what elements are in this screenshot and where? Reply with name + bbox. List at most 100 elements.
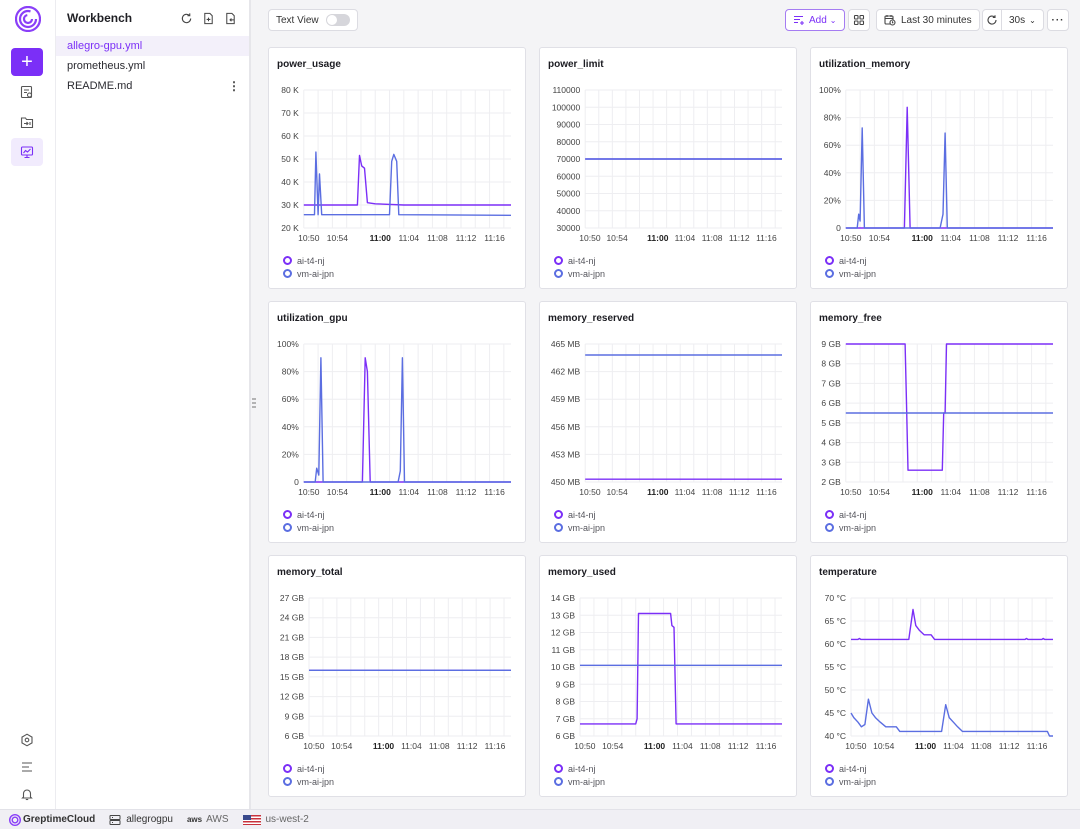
panel-utilization-gpu[interactable]: utilization_gpu 0 20% 40% 60% 80% 100% 10:50 10:… bbox=[268, 301, 526, 543]
line-chart[interactable]: 20 K 30 K 40 K 50 K 60 K 70 K 80 K 10:50 10:54 11… bbox=[269, 76, 527, 246]
series-line-ai-t4-nj[interactable] bbox=[845, 106, 1053, 229]
line-chart[interactable]: 40 °C 45 °C 50 °C 55 °C 60 °C 65 °C 70 °C 10:50… bbox=[811, 584, 1069, 754]
series-line-vm-ai-jpn[interactable] bbox=[303, 357, 511, 483]
series-line-ai-t4-nj[interactable] bbox=[851, 608, 1053, 641]
y-tick-label: 9 GB bbox=[285, 711, 305, 721]
y-tick-label: 20% bbox=[282, 449, 299, 459]
file-item-prometheus[interactable]: prometheus.yml bbox=[56, 56, 249, 76]
menu-icon bbox=[22, 762, 32, 772]
y-tick-label: 2 GB bbox=[821, 477, 841, 487]
new-button[interactable]: + bbox=[11, 48, 43, 76]
panel-utilization-memory[interactable]: utilization_memory 0 20% 40% 60% 80% 100% 10:50… bbox=[810, 47, 1068, 289]
file-item-allegro-gpu[interactable]: allegro-gpu.yml bbox=[56, 36, 249, 56]
rail-item-settings[interactable] bbox=[11, 726, 43, 754]
add-panel-button[interactable]: Add ⌄ bbox=[785, 9, 845, 31]
y-tick-label: 14 GB bbox=[551, 593, 575, 603]
y-tick-label: 459 MB bbox=[551, 394, 581, 404]
time-range-picker[interactable]: Last 30 minutes bbox=[876, 9, 980, 31]
more-options-button[interactable]: ··· bbox=[1047, 9, 1069, 31]
refresh-files-button[interactable] bbox=[179, 11, 194, 26]
legend-item[interactable]: vm-ai-jpn bbox=[280, 521, 334, 534]
legend-item[interactable]: ai-t4-nj bbox=[551, 762, 605, 775]
line-chart[interactable]: 2 GB 3 GB 4 GB 5 GB 6 GB 7 GB 8 GB 9 GB 10:50 10:… bbox=[811, 330, 1069, 500]
legend-item[interactable]: ai-t4-nj bbox=[280, 508, 334, 521]
x-tick-label: 11:08 bbox=[702, 233, 723, 243]
legend-item[interactable]: vm-ai-jpn bbox=[822, 267, 876, 280]
panel-memory-used[interactable]: memory_used 6 GB 7 GB 8 GB 9 GB 10 GB 11 GB 12 … bbox=[539, 555, 797, 797]
line-chart[interactable]: 0 20% 40% 60% 80% 100% 10:50 10:54 11:00 11:04 11:… bbox=[269, 330, 527, 500]
legend-item[interactable]: ai-t4-nj bbox=[280, 254, 334, 267]
panel-title: memory_total bbox=[277, 567, 343, 578]
rail-item-ingest[interactable] bbox=[11, 108, 43, 136]
y-tick-label: 11 GB bbox=[552, 645, 576, 655]
x-tick-label: 10:54 bbox=[869, 487, 891, 497]
refresh-button[interactable] bbox=[982, 9, 1002, 31]
y-tick-label: 9 GB bbox=[821, 339, 841, 349]
new-file-button[interactable] bbox=[201, 11, 216, 26]
x-tick-label: 11:12 bbox=[456, 487, 477, 497]
greptime-logo-icon[interactable] bbox=[15, 6, 41, 32]
y-tick-label: 8 GB bbox=[556, 697, 576, 707]
legend-item[interactable]: vm-ai-jpn bbox=[551, 521, 605, 534]
rail-item-notifications[interactable] bbox=[11, 780, 43, 808]
panel-power-usage[interactable]: power_usage 20 K 30 K 40 K 50 K 60 K 70 K 80 K 1… bbox=[268, 47, 526, 289]
y-tick-label: 9 GB bbox=[556, 679, 576, 689]
series-line-ai-t4-nj[interactable] bbox=[580, 612, 782, 725]
y-tick-label: 70 K bbox=[281, 108, 299, 118]
rail-item-menu[interactable] bbox=[11, 753, 43, 781]
legend-item[interactable]: vm-ai-jpn bbox=[551, 267, 605, 280]
legend-item[interactable]: vm-ai-jpn bbox=[822, 775, 876, 788]
brand-segment[interactable]: GreptimeCloud bbox=[9, 813, 95, 826]
series-line-ai-t4-nj[interactable] bbox=[845, 343, 1053, 471]
line-chart[interactable]: 0 20% 40% 60% 80% 100% 10:50 10:54 11:00 11:04 11:… bbox=[811, 76, 1069, 246]
instance-segment[interactable]: allegrogpu bbox=[109, 814, 173, 826]
legend-item[interactable]: vm-ai-jpn bbox=[280, 267, 334, 280]
x-tick-label: 11:08 bbox=[969, 233, 990, 243]
calendar-clock-icon bbox=[884, 15, 896, 26]
legend-item[interactable]: vm-ai-jpn bbox=[822, 521, 876, 534]
y-tick-label: 10 GB bbox=[551, 662, 575, 672]
legend-item[interactable]: ai-t4-nj bbox=[822, 254, 876, 267]
panel-power-limit[interactable]: power_limit 30000 40000 50000 60000 70000 8000… bbox=[539, 47, 797, 289]
series-line-vm-ai-jpn[interactable] bbox=[850, 698, 1053, 737]
toggle-switch[interactable] bbox=[325, 14, 350, 26]
legend-item[interactable]: ai-t4-nj bbox=[551, 508, 605, 521]
panel-memory-reserved[interactable]: memory_reserved 450 MB 453 MB 456 MB 459 MB 4… bbox=[539, 301, 797, 543]
x-tick-label: 11:00 bbox=[644, 741, 666, 751]
refresh-interval-select[interactable]: 30s ⌄ bbox=[1001, 9, 1044, 31]
y-tick-label: 27 GB bbox=[280, 593, 304, 603]
legend-item[interactable]: ai-t4-nj bbox=[551, 254, 605, 267]
legend-item[interactable]: vm-ai-jpn bbox=[280, 775, 335, 788]
chevron-down-icon: ⌄ bbox=[1029, 15, 1036, 25]
series-line-vm-ai-jpn[interactable] bbox=[303, 151, 512, 216]
panel-temperature[interactable]: temperature 40 °C 45 °C 50 °C 55 °C 60 °C 65 °… bbox=[810, 555, 1068, 797]
series-line-ai-t4-nj[interactable] bbox=[303, 154, 511, 206]
legend-marker-icon bbox=[551, 269, 566, 278]
rail-item-query[interactable] bbox=[11, 78, 43, 106]
line-chart[interactable]: 6 GB 7 GB 8 GB 9 GB 10 GB 11 GB 12 GB 13 GB 14 G… bbox=[540, 584, 798, 754]
x-tick-label: 11:04 bbox=[675, 233, 696, 243]
legend-item[interactable]: ai-t4-nj bbox=[822, 762, 876, 775]
legend-label: vm-ai-jpn bbox=[297, 776, 335, 787]
y-tick-label: 7 GB bbox=[821, 378, 841, 388]
x-tick-label: 11:00 bbox=[370, 487, 392, 497]
line-chart[interactable]: 30000 40000 50000 60000 70000 80000 90000 10000… bbox=[540, 76, 798, 246]
file-item-readme[interactable]: README.md ⋮ bbox=[56, 76, 249, 96]
legend-item[interactable]: ai-t4-nj bbox=[280, 762, 334, 775]
line-chart[interactable]: 6 GB 9 GB 12 GB 15 GB 18 GB 21 GB 24 GB 27 GB 10… bbox=[269, 584, 527, 754]
line-chart[interactable]: 450 MB 453 MB 456 MB 459 MB 462 MB 465 MB 10:5… bbox=[540, 330, 798, 500]
import-file-button[interactable] bbox=[223, 11, 238, 26]
rail-item-dashboard[interactable] bbox=[11, 138, 43, 166]
text-view-toggle[interactable]: Text View bbox=[268, 9, 358, 31]
y-tick-label: 40% bbox=[282, 422, 299, 432]
layout-button[interactable] bbox=[848, 9, 870, 31]
panel-memory-free[interactable]: memory_free 2 GB 3 GB 4 GB 5 GB 6 GB 7 GB 8 GB 9… bbox=[810, 301, 1068, 543]
y-tick-label: 60% bbox=[282, 394, 299, 404]
us-flag-icon bbox=[242, 814, 261, 825]
more-vertical-icon[interactable]: ⋮ bbox=[228, 79, 240, 93]
legend-item[interactable]: vm-ai-jpn bbox=[551, 775, 605, 788]
panel-memory-total[interactable]: memory_total 6 GB 9 GB 12 GB 15 GB 18 GB 21 GB… bbox=[268, 555, 526, 797]
legend-item[interactable]: ai-t4-nj bbox=[822, 508, 876, 521]
series-line-ai-t4-nj[interactable] bbox=[303, 357, 511, 483]
series-line-vm-ai-jpn[interactable] bbox=[845, 127, 1053, 229]
